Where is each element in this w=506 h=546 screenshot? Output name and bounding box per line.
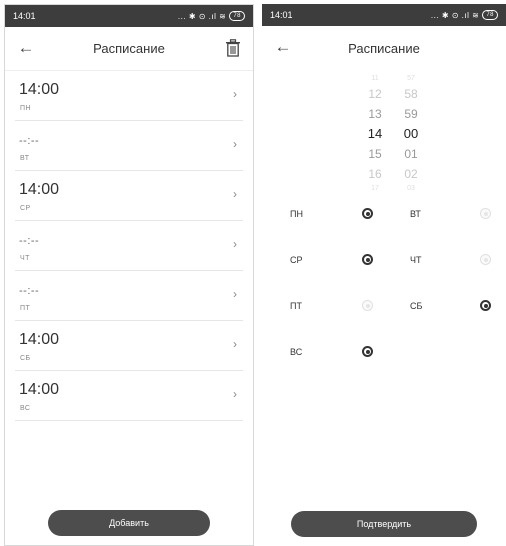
minute-option[interactable]: 02 — [396, 164, 426, 184]
schedule-day: ВС — [20, 405, 31, 412]
minute-option[interactable]: 01 — [396, 144, 426, 164]
weekday-row: ВС — [262, 339, 506, 385]
status-icons: ... ✱ ⊙ .ıl ≋ 78 — [431, 10, 498, 20]
weekday-toggle[interactable] — [362, 346, 373, 357]
schedule-row[interactable]: 14:00 ВС › — [15, 371, 243, 421]
schedule-day: ПТ — [20, 305, 31, 312]
weekday-toggle[interactable] — [362, 300, 373, 311]
chevron-right-icon: › — [233, 187, 237, 201]
minute-wheel[interactable]: 57 58 59 00 01 02 03 — [396, 74, 426, 194]
schedule-day: ЧТ — [20, 255, 30, 262]
minute-option[interactable]: 03 — [396, 184, 426, 194]
confirm-button[interactable]: Подтвердить — [291, 511, 477, 537]
back-arrow-icon[interactable]: ← — [272, 36, 294, 58]
status-bar: 14:01 ... ✱ ⊙ .ıl ≋ 78 — [262, 4, 506, 26]
app-bar: ← Расписание — [262, 26, 506, 70]
chevron-right-icon: › — [233, 137, 237, 151]
schedule-day: СР — [20, 205, 31, 212]
page-title: Расписание — [93, 41, 165, 56]
chevron-right-icon: › — [233, 87, 237, 101]
time-picker[interactable]: 11 12 13 14 15 16 17 57 58 59 00 01 02 03 — [262, 74, 506, 192]
minute-option[interactable]: 57 — [396, 74, 426, 84]
minute-option[interactable]: 59 — [396, 104, 426, 124]
weekday-toggle[interactable] — [362, 254, 373, 265]
chevron-right-icon: › — [233, 287, 237, 301]
weekday-label: ВТ — [410, 209, 421, 219]
status-time: 14:01 — [13, 11, 36, 21]
schedule-list: 14:00 ПН › --:-- ВТ › 14:00 СР › --:-- ЧТ › --:-- ПТ ›… — [5, 71, 253, 421]
hour-option[interactable]: 17 — [360, 184, 390, 194]
status-icons-glyphs: ... ✱ ⊙ .ıl ≋ — [430, 10, 480, 20]
schedule-row[interactable]: 14:00 СБ › — [15, 321, 243, 371]
chevron-right-icon: › — [233, 337, 237, 351]
weekday-toggle[interactable] — [362, 208, 373, 219]
minute-option[interactable]: 00 — [396, 124, 426, 144]
weekday-toggle[interactable] — [480, 300, 491, 311]
weekday-row: ПН ВТ — [262, 201, 506, 247]
weekday-label: ПТ — [290, 301, 302, 311]
hour-option[interactable]: 12 — [360, 84, 390, 104]
weekday-toggle[interactable] — [480, 254, 491, 265]
schedule-row[interactable]: --:-- ЧТ › — [15, 221, 243, 271]
schedule-edit-screen: 14:01 ... ✱ ⊙ .ıl ≋ 78 ← Расписание 11 12… — [262, 4, 506, 546]
schedule-list-screen: 14:01 ... ✱ ⊙ .ıl ≋ 78 ← Расписание 14:0… — [4, 4, 254, 546]
schedule-time: --:-- — [19, 135, 40, 147]
schedule-row[interactable]: 14:00 СР › — [15, 171, 243, 221]
schedule-row[interactable]: --:-- ВТ › — [15, 121, 243, 171]
trash-icon[interactable] — [225, 39, 241, 57]
battery-icon: 78 — [482, 10, 498, 20]
app-bar: ← Расписание — [5, 27, 253, 71]
hour-option[interactable]: 13 — [360, 104, 390, 124]
schedule-time: 14:00 — [19, 331, 60, 348]
back-arrow-icon[interactable]: ← — [15, 37, 37, 59]
weekday-label: ЧТ — [410, 255, 422, 265]
schedule-day: СБ — [20, 355, 31, 362]
status-bar: 14:01 ... ✱ ⊙ .ıl ≋ 78 — [5, 5, 253, 27]
add-button[interactable]: Добавить — [48, 510, 210, 536]
weekday-selector: ПН ВТ СР ЧТ ПТ СБ ВС — [262, 201, 506, 385]
schedule-row[interactable]: --:-- ПТ › — [15, 271, 243, 321]
status-time: 14:01 — [270, 10, 293, 20]
schedule-time: 14:00 — [19, 81, 60, 98]
schedule-day: ПН — [20, 105, 32, 112]
chevron-right-icon: › — [233, 237, 237, 251]
hour-option[interactable]: 11 — [360, 74, 390, 84]
status-icons: ... ✱ ⊙ .ıl ≋ 78 — [178, 11, 245, 21]
weekday-toggle[interactable] — [480, 208, 491, 219]
hour-option[interactable]: 14 — [360, 124, 390, 144]
hour-option[interactable]: 16 — [360, 164, 390, 184]
battery-icon: 78 — [229, 11, 245, 21]
schedule-row[interactable]: 14:00 ПН › — [15, 71, 243, 121]
status-icons-glyphs: ... ✱ ⊙ .ıl ≋ — [177, 11, 227, 21]
weekday-label: ВС — [290, 347, 303, 357]
schedule-time: --:-- — [19, 235, 40, 247]
schedule-time: --:-- — [19, 285, 40, 297]
schedule-time: 14:00 — [19, 181, 60, 198]
schedule-time: 14:00 — [19, 381, 60, 398]
weekday-label: ПН — [290, 209, 303, 219]
schedule-day: ВТ — [20, 155, 30, 162]
minute-option[interactable]: 58 — [396, 84, 426, 104]
weekday-label: СР — [290, 255, 303, 265]
hour-wheel[interactable]: 11 12 13 14 15 16 17 — [360, 74, 390, 194]
weekday-row: СР ЧТ — [262, 247, 506, 293]
weekday-label: СБ — [410, 301, 423, 311]
hour-option[interactable]: 15 — [360, 144, 390, 164]
weekday-row: ПТ СБ — [262, 293, 506, 339]
page-title: Расписание — [348, 40, 420, 56]
chevron-right-icon: › — [233, 387, 237, 401]
